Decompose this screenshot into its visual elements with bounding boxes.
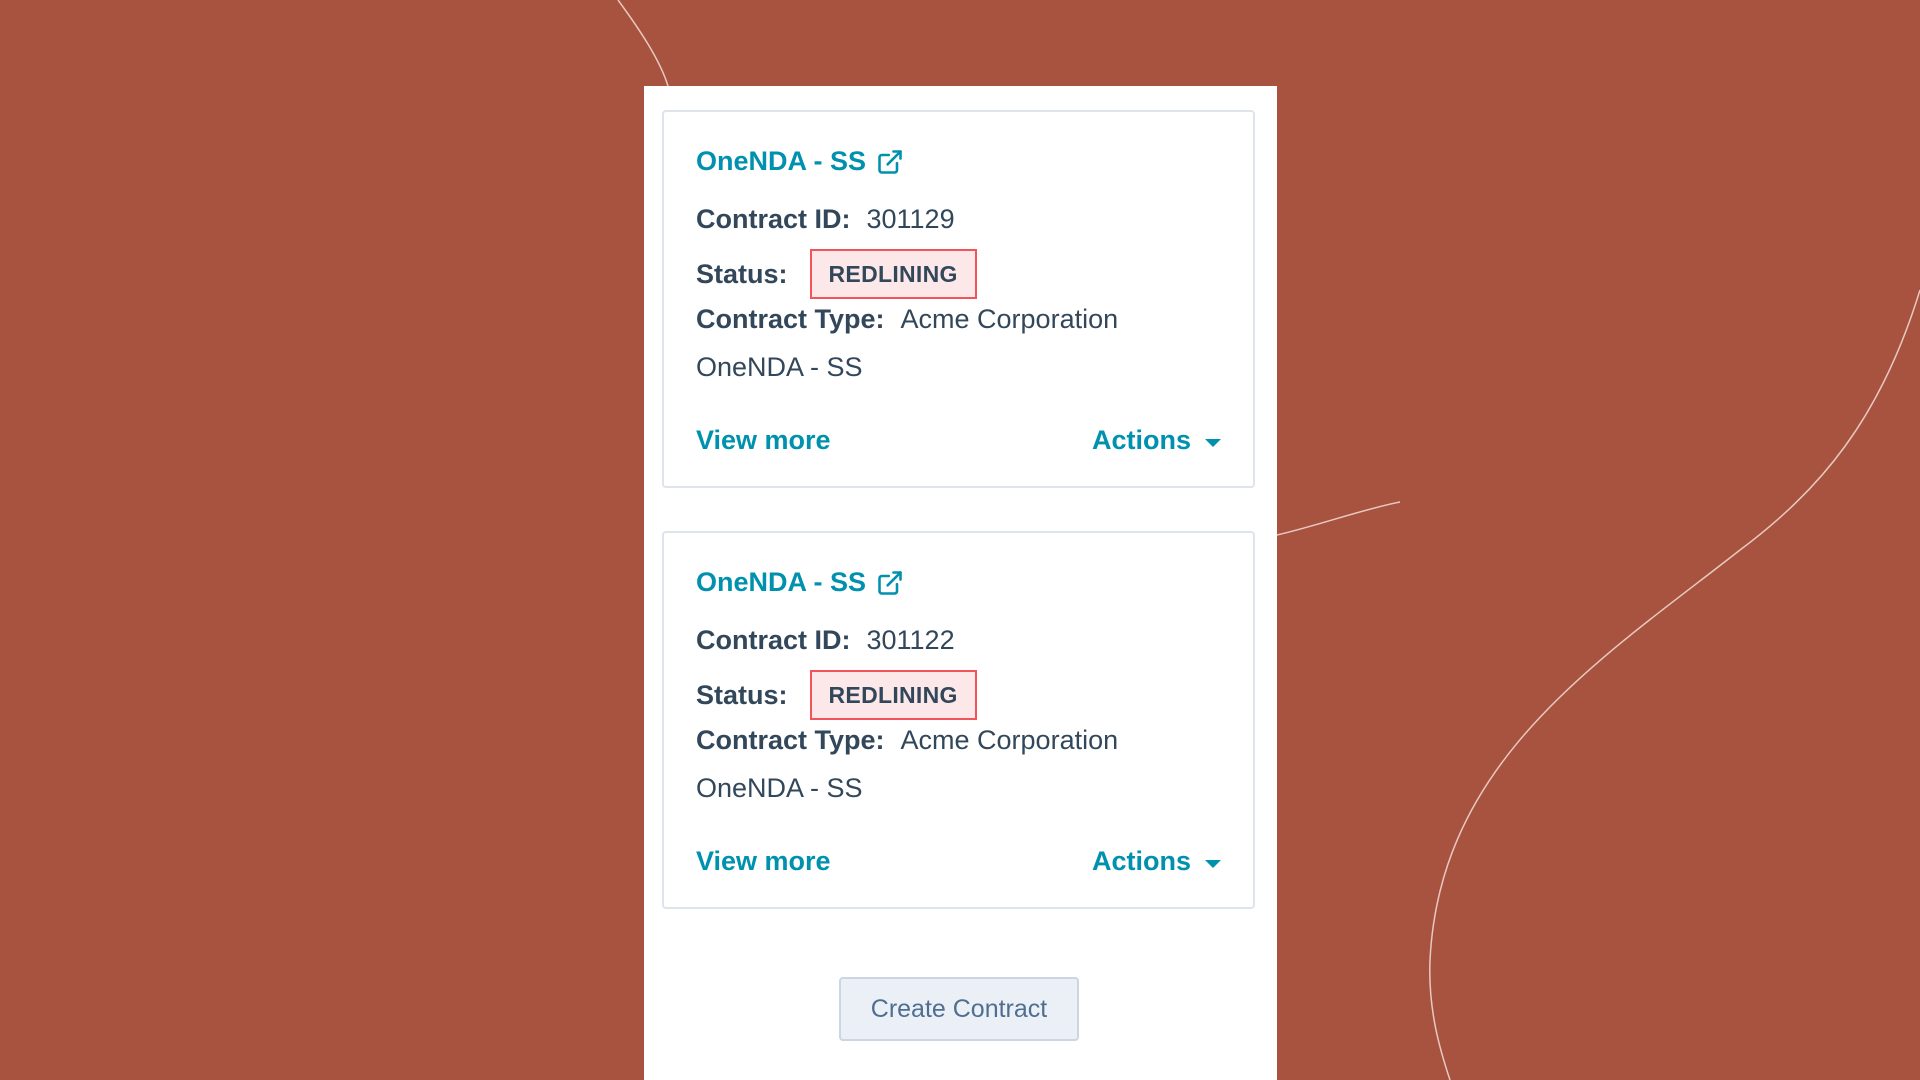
contract-id-label: Contract ID: [696, 204, 851, 234]
view-more-link[interactable]: View more [696, 846, 831, 877]
contract-title-link[interactable]: OneNDA - SS [696, 146, 904, 177]
status-badge: REDLINING [809, 670, 977, 720]
contract-title[interactable]: OneNDA - SS [696, 567, 866, 598]
contract-title-link[interactable]: OneNDA - SS [696, 567, 904, 598]
contract-type-label: Contract Type: [696, 725, 885, 755]
status-label: Status: [696, 258, 788, 289]
contract-id-value: 301129 [866, 204, 955, 234]
actions-label[interactable]: Actions [1092, 425, 1191, 456]
contract-type-row-continued: OneNDA - SS [696, 773, 863, 804]
caret-down-icon[interactable] [1205, 859, 1221, 868]
contract-type-value: Acme Corporation [900, 304, 1119, 334]
contract-type-value-continued: OneNDA - SS [696, 773, 863, 803]
contract-type-value: Acme Corporation [900, 725, 1119, 755]
contract-id-row: Contract ID: 301129 [696, 204, 955, 235]
view-more-link[interactable]: View more [696, 425, 831, 456]
contract-title[interactable]: OneNDA - SS [696, 146, 866, 177]
status-row: Status: REDLINING [696, 670, 977, 720]
caret-down-icon[interactable] [1205, 438, 1221, 447]
actions-dropdown[interactable]: Actions [1092, 846, 1221, 877]
contracts-panel: OneNDA - SS Contract ID: 301129 Status: … [644, 86, 1277, 1080]
contract-id-value: 301122 [866, 625, 955, 655]
contract-card: OneNDA - SS Contract ID: 301122 Status: … [662, 531, 1255, 909]
external-link-icon[interactable] [876, 148, 904, 176]
actions-label[interactable]: Actions [1092, 846, 1191, 877]
external-link-icon[interactable] [876, 569, 904, 597]
contract-card: OneNDA - SS Contract ID: 301129 Status: … [662, 110, 1255, 488]
contract-type-row: Contract Type: Acme Corporation [696, 304, 1118, 335]
contract-type-row: Contract Type: Acme Corporation [696, 725, 1118, 756]
create-contract-button[interactable]: Create Contract [839, 977, 1079, 1041]
contract-type-value-continued: OneNDA - SS [696, 352, 863, 382]
contract-type-label: Contract Type: [696, 304, 885, 334]
contract-id-label: Contract ID: [696, 625, 851, 655]
contract-id-row: Contract ID: 301122 [696, 625, 955, 656]
actions-dropdown[interactable]: Actions [1092, 425, 1221, 456]
status-row: Status: REDLINING [696, 249, 977, 299]
status-label: Status: [696, 679, 788, 710]
status-badge: REDLINING [809, 249, 977, 299]
contract-type-row-continued: OneNDA - SS [696, 352, 863, 383]
